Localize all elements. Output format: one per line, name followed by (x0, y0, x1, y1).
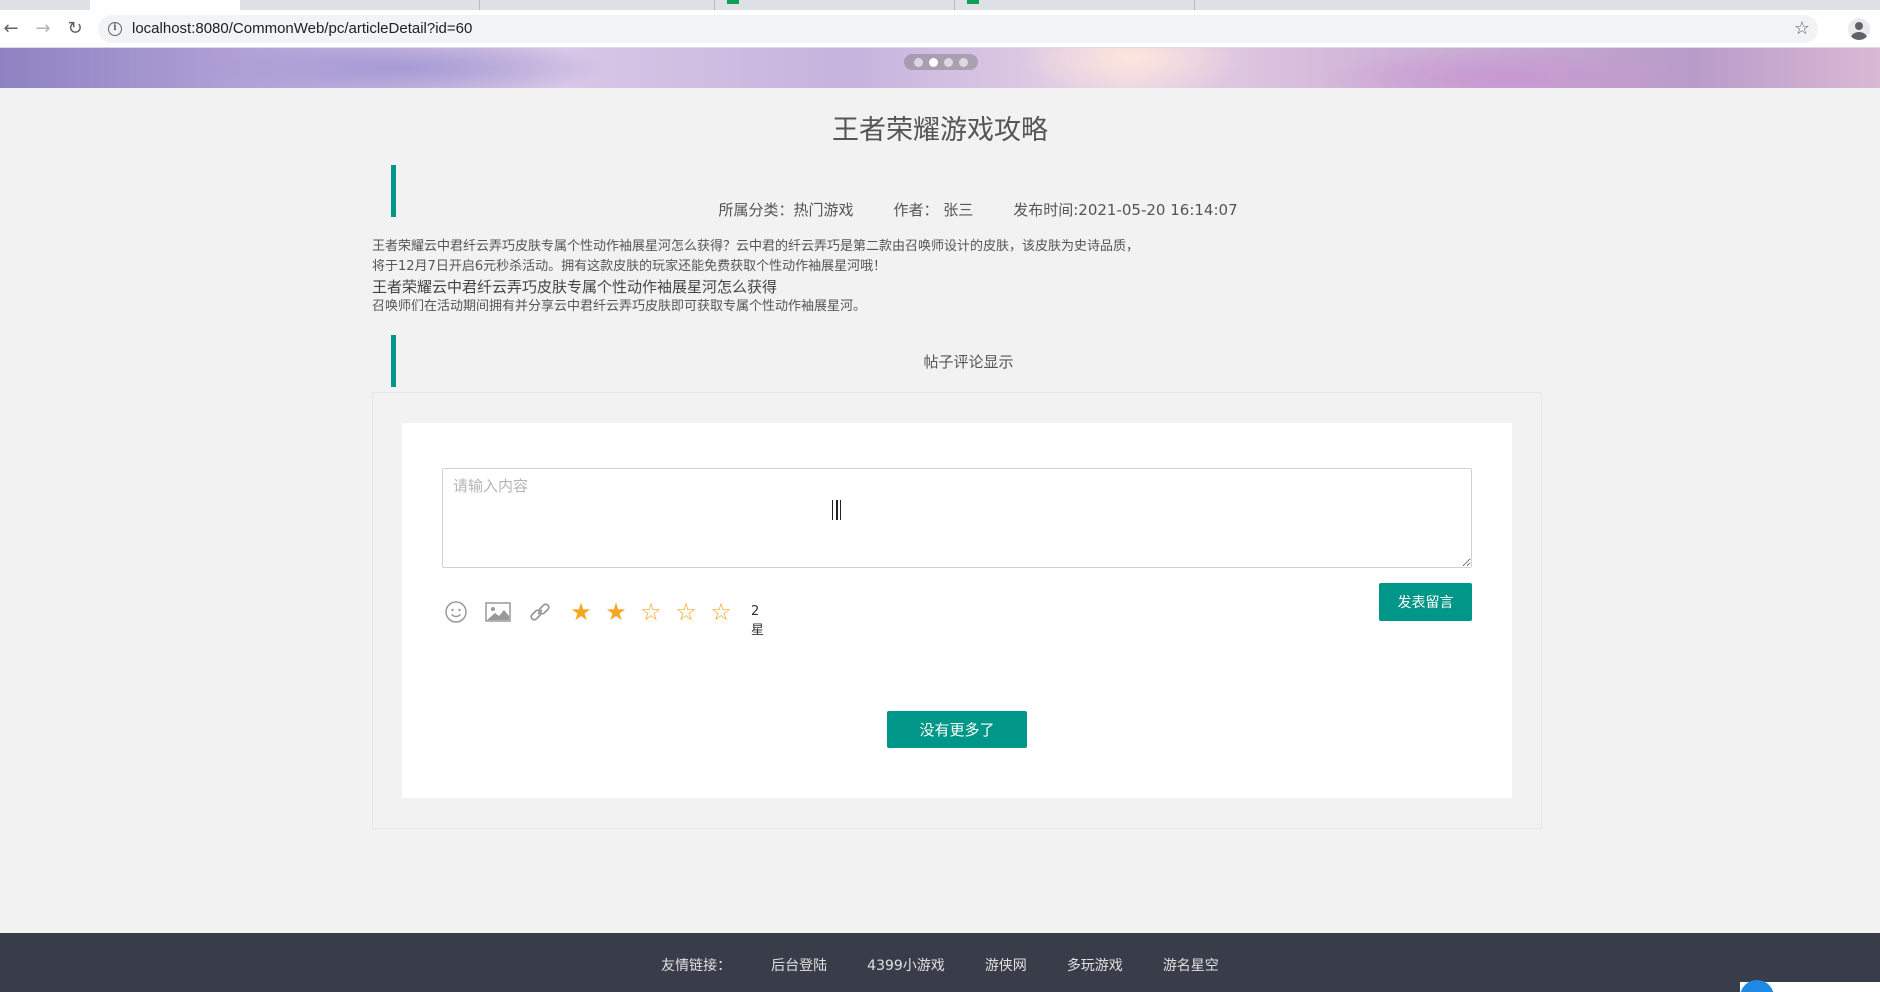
post-comment-button[interactable]: 发表留言 (1379, 583, 1472, 621)
carousel-dot[interactable] (914, 57, 923, 67)
comment-section-title: 帖子评论显示 (923, 353, 1014, 371)
footer-link-duowan[interactable]: 多玩游戏 (1067, 955, 1123, 975)
image-icon[interactable] (484, 598, 512, 626)
bookmark-star-icon[interactable]: ☆ (1794, 18, 1810, 39)
rating-star-empty-icon[interactable]: ☆ (672, 598, 700, 626)
carousel-dot-active[interactable] (929, 57, 938, 67)
footer-link-admin-login[interactable]: 后台登陆 (771, 955, 827, 975)
footer-link-4399[interactable]: 4399小游戏 (867, 955, 945, 975)
address-bar[interactable]: i localhost:8080/CommonWeb/pc/articleDet… (98, 15, 1818, 43)
browser-tab[interactable] (715, 0, 955, 10)
carousel-dot[interactable] (959, 57, 968, 67)
article-paragraph: 召唤师们在活动期间拥有并分享云中君纤云弄巧皮肤即可获取专属个性动作袖展星河。 (372, 299, 867, 314)
rating-star-empty-icon[interactable]: ☆ (637, 598, 665, 626)
emoji-icon[interactable] (442, 598, 470, 626)
article-author: 作者： 张三 (893, 201, 974, 219)
browser-tab-active[interactable] (90, 0, 240, 10)
forward-arrow-icon[interactable]: → (32, 18, 54, 40)
article-meta: 所属分类：热门游戏 作者： 张三 发布时间:2021-05-20 16:14:07 (391, 165, 1541, 219)
article-title: 王者荣耀游戏攻略 (832, 115, 1048, 146)
reload-icon[interactable]: ↻ (64, 18, 86, 40)
rating-star-filled-icon[interactable]: ★ (567, 598, 595, 626)
article-paragraph: 将于12月7日开启6元秒杀活动。拥有这款皮肤的玩家还能免费获取个性动作袖展星河哦… (372, 259, 887, 274)
back-arrow-icon[interactable]: ← (0, 18, 22, 40)
no-more-button[interactable]: 没有更多了 (887, 711, 1027, 748)
rating-text: 2星 (751, 604, 765, 638)
browser-tab[interactable] (480, 0, 715, 10)
carousel-dot[interactable] (944, 57, 953, 67)
text-cursor-icon (832, 500, 841, 520)
article-publish-time: 发布时间:2021-05-20 16:14:07 (1013, 201, 1238, 219)
article-subtitle: 王者荣耀云中君纤云弄巧皮肤专属个性动作袖展星河怎么获得 (372, 278, 778, 296)
friend-links: 友情链接： 后台登陆 4399小游戏 游侠网 多玩游戏 游名星空 (0, 955, 1880, 975)
info-icon[interactable]: i (108, 22, 122, 36)
comment-section-header: 帖子评论显示 (391, 335, 1541, 387)
link-icon[interactable] (526, 598, 554, 626)
footer-link-youming[interactable]: 游名星空 (1163, 955, 1219, 975)
browser-tab[interactable] (240, 0, 480, 10)
browser-toolbar: ← → ↻ i localhost:8080/CommonWeb/pc/arti… (0, 10, 1880, 48)
article-paragraph: 王者荣耀云中君纤云弄巧皮肤专属个性动作袖展星河怎么获得？云中君的纤云弄巧是第二款… (372, 239, 1140, 254)
browser-tab[interactable] (955, 0, 1195, 10)
friend-links-label: 友情链接： (661, 958, 732, 974)
banner-carousel (0, 48, 1880, 88)
article-body: 王者荣耀云中君纤云弄巧皮肤专属个性动作袖展星河怎么获得？云中君的纤云弄巧是第二款… (372, 237, 1202, 317)
url-text[interactable]: localhost:8080/CommonWeb/pc/articleDetai… (132, 20, 472, 37)
article-category: 所属分类：热门游戏 (718, 201, 854, 219)
carousel-indicators (904, 54, 978, 70)
rating-star-filled-icon[interactable]: ★ (602, 598, 630, 626)
rating-star-empty-icon[interactable]: ☆ (707, 598, 735, 626)
footer: 友情链接： 后台登陆 4399小游戏 游侠网 多玩游戏 游名星空 (0, 933, 1880, 992)
profile-avatar-icon[interactable] (1848, 18, 1870, 40)
browser-tab-strip (0, 0, 1880, 10)
comment-input[interactable] (442, 468, 1472, 568)
footer-link-youxia[interactable]: 游侠网 (985, 955, 1027, 975)
